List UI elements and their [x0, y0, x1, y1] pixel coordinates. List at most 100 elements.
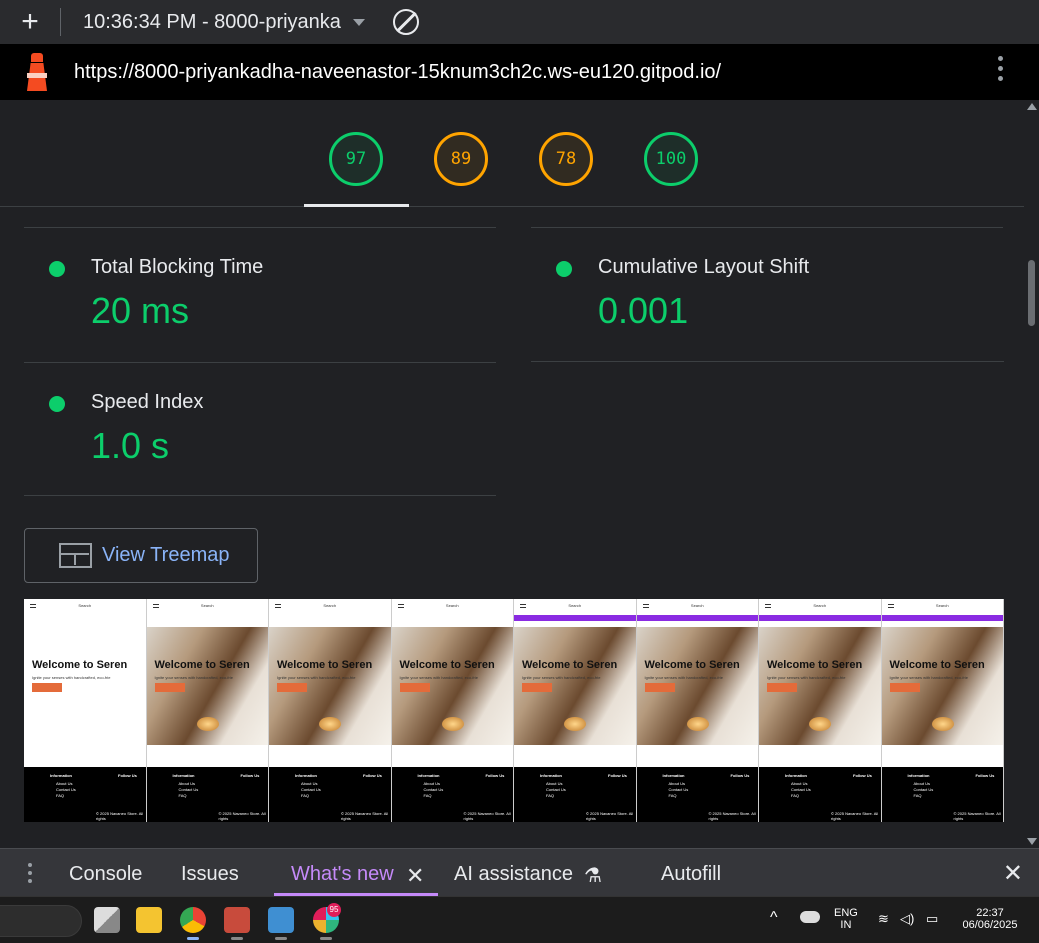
- chrome-icon[interactable]: [180, 907, 206, 933]
- frame-footer: Information Follow Us About Us Contact Us FA…: [146, 767, 268, 822]
- frame-logo: Search: [813, 603, 827, 608]
- footer-link: About Us: [546, 781, 563, 786]
- notepad-icon[interactable]: [268, 907, 294, 933]
- treemap-icon: [59, 543, 92, 568]
- frame-header: Search: [24, 599, 146, 617]
- date: 06/06/2025: [962, 919, 1018, 931]
- scroll-up-icon[interactable]: [1027, 103, 1037, 110]
- tab-autofill[interactable]: Autofill: [661, 863, 721, 886]
- more-options-icon[interactable]: [998, 56, 1003, 81]
- frame-footer: Information Follow Us About Us Contact Us FA…: [391, 767, 513, 822]
- frame-logo: Search: [78, 603, 92, 608]
- frame-shop-button: [399, 683, 430, 692]
- active-app-indicator: [187, 937, 199, 940]
- candle-image: [196, 717, 219, 731]
- footer-copyright: © 2025 Navaneo Store. All rights: [831, 811, 879, 821]
- frame-welcome: Welcome to Seren: [399, 659, 495, 671]
- drawer-menu-icon[interactable]: [28, 863, 32, 883]
- footer-copyright: © 2025 Navaneo Store. All rights: [463, 811, 511, 821]
- frame-shop-button: [767, 683, 797, 692]
- metric-label: Speed Index: [91, 391, 204, 413]
- frame-welcome: Welcome to Seren: [277, 659, 373, 671]
- wifi-icon[interactable]: ≋: [878, 911, 889, 927]
- volume-icon[interactable]: ◁): [900, 911, 914, 927]
- score-gauge-accessibility[interactable]: 89: [434, 132, 488, 186]
- frame-footer: Information Follow Us About Us Contact Us FA…: [881, 767, 1003, 822]
- view-treemap-button[interactable]: View Treemap: [24, 528, 258, 583]
- time: 22:37: [976, 907, 1004, 919]
- devtools-drawer-tabs: Console Issues What's new ✕ AI assistanc…: [0, 848, 1039, 896]
- flask-icon: ⚗: [584, 865, 602, 887]
- candle-image: [441, 717, 464, 731]
- score-gauge-performance[interactable]: 97: [329, 132, 383, 186]
- metric-value: 0.001: [598, 290, 689, 331]
- chevron-up-icon[interactable]: ^: [770, 909, 778, 927]
- frame-logo: Search: [935, 603, 949, 608]
- report-selector[interactable]: 10:36:34 PM - 8000-priyanka: [83, 11, 341, 34]
- footer-follow: Follow Us: [853, 773, 872, 778]
- app-indicator: [275, 937, 287, 940]
- footer-link: About Us: [301, 781, 318, 786]
- snipping-tool-icon[interactable]: [224, 907, 250, 933]
- footer-info: Information: [907, 773, 930, 778]
- score-gauge-best-practices[interactable]: 78: [539, 132, 593, 186]
- tab-issues[interactable]: Issues: [181, 863, 239, 886]
- clock[interactable]: 22:37 06/06/2025: [955, 907, 1025, 931]
- promo-bar: [881, 615, 1003, 621]
- pass-icon: [49, 396, 65, 412]
- score-gauge-seo[interactable]: 100: [644, 132, 698, 186]
- metric-label: Cumulative Layout Shift: [598, 256, 810, 278]
- close-tab-icon[interactable]: ✕: [406, 863, 424, 889]
- footer-info: Information: [417, 773, 440, 778]
- footer-link: FAQ: [301, 793, 310, 798]
- frame-welcome: Welcome to Seren: [644, 659, 740, 671]
- frame-subtitle: Ignite your senses with handcrafted, eco…: [889, 675, 969, 680]
- footer-follow: Follow Us: [118, 773, 137, 778]
- score-gauges: 97 89 78 100: [0, 100, 1024, 207]
- chevron-down-icon[interactable]: [352, 18, 365, 26]
- footer-follow: Follow Us: [363, 773, 382, 778]
- page-url[interactable]: https://8000-priyankadha-naveenastor-15k…: [74, 61, 721, 84]
- frame-subtitle: Ignite your senses with handcrafted, eco…: [154, 675, 234, 680]
- task-view-icon[interactable]: [94, 907, 120, 933]
- metric-total-blocking-time: Total Blocking Time 20 ms: [24, 227, 496, 362]
- footer-copyright: © 2025 Navaneo Store. All rights: [586, 811, 634, 821]
- footer-follow: Follow Us: [608, 773, 627, 778]
- promo-bar: [636, 615, 758, 621]
- frame-shop-button: [644, 683, 675, 692]
- metric-speed-index: Speed Index 1.0 s: [24, 362, 496, 497]
- onedrive-icon[interactable]: [800, 911, 820, 923]
- close-drawer-icon[interactable]: ✕: [1003, 859, 1023, 888]
- view-treemap-label: View Treemap: [102, 544, 230, 566]
- language-indicator[interactable]: ENG IN: [834, 907, 858, 931]
- frame-logo: Search: [200, 603, 214, 608]
- file-explorer-icon[interactable]: [136, 907, 162, 933]
- filmstrip-frame: Search Welcome to Seren Ignite your senses…: [146, 599, 269, 822]
- footer-link: FAQ: [546, 793, 555, 798]
- frame-welcome: Welcome to Seren: [32, 659, 128, 671]
- pass-icon: [556, 261, 572, 277]
- new-report-button[interactable]: +: [0, 0, 60, 44]
- footer-info: Information: [172, 773, 195, 778]
- scroll-thumb[interactable]: [1028, 260, 1035, 326]
- scroll-down-icon[interactable]: [1027, 838, 1037, 845]
- metric-value: 20 ms: [91, 290, 190, 331]
- filmstrip-frame: Search Welcome to Seren Ignite your senses…: [636, 599, 759, 822]
- footer-follow: Follow Us: [975, 773, 995, 778]
- report-toolbar: + 10:36:34 PM - 8000-priyanka: [0, 0, 1039, 44]
- tab-whats-new[interactable]: What's new: [291, 863, 394, 886]
- frame-subtitle: Ignite your senses with handcrafted, eco…: [32, 675, 111, 680]
- candle-image: [931, 717, 954, 731]
- tab-ai-assistance[interactable]: AI assistance: [454, 863, 573, 886]
- footer-link: About Us: [423, 781, 440, 786]
- footer-link: About Us: [913, 781, 930, 786]
- footer-link: Contact Us: [546, 787, 566, 792]
- frame-footer: Information Follow Us About Us Contact Us FA…: [24, 767, 146, 822]
- clear-icon[interactable]: [392, 9, 419, 35]
- frame-logo: Search: [445, 603, 459, 608]
- frame-subtitle: Ignite your senses with handcrafted, eco…: [522, 675, 601, 680]
- battery-icon[interactable]: ▭: [926, 911, 938, 927]
- search-box[interactable]: [0, 905, 82, 937]
- tab-console[interactable]: Console: [69, 863, 142, 886]
- scrollbar[interactable]: [1024, 100, 1039, 848]
